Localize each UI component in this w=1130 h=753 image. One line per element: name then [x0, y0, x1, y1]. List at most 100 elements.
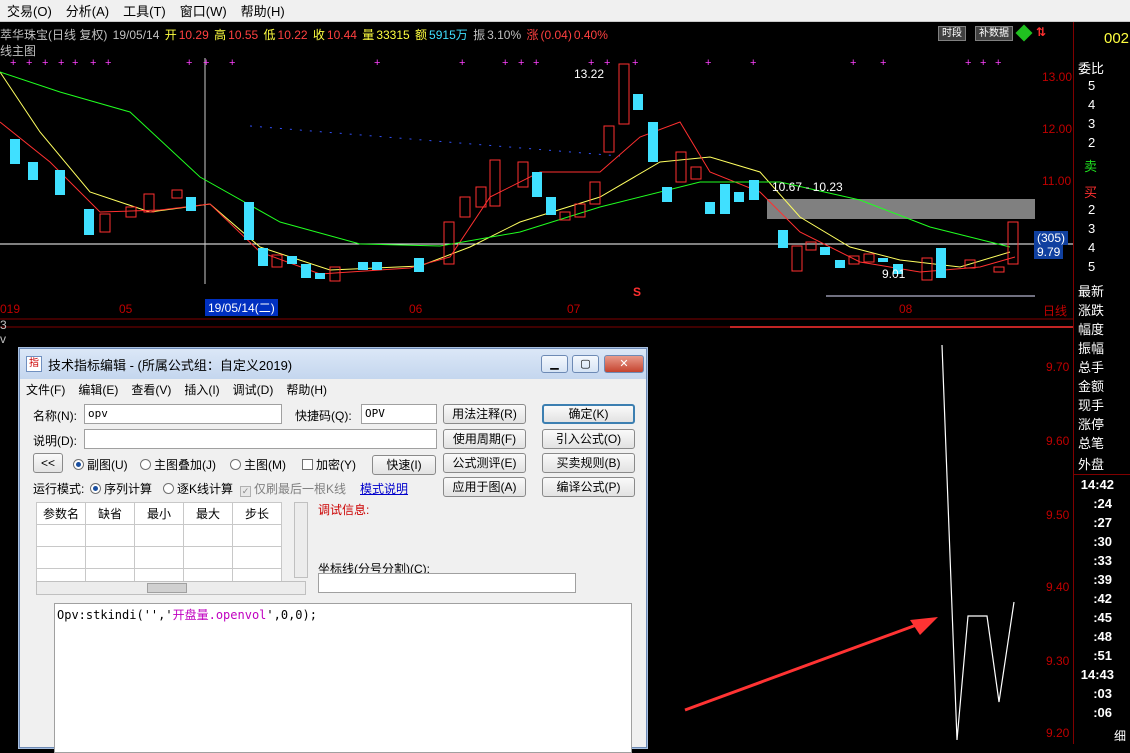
- desc-input[interactable]: [84, 429, 437, 449]
- quote-side-panel: 002 委比 5 4 3 2 卖 买 2 3 4 5 最新 涨跌 幅度 振幅 总…: [1073, 22, 1130, 744]
- params-table[interactable]: 参数名 缺省 最小 最大 步长: [36, 502, 282, 591]
- import-formula-button[interactable]: 引入公式(O): [542, 429, 635, 449]
- tick-time: 14:42: [1080, 477, 1114, 492]
- dlg-menu-edit[interactable]: 编辑(E): [78, 381, 118, 398]
- param-header: 最大: [183, 502, 233, 525]
- code-text-end: ',0,0);: [266, 608, 317, 622]
- field-change: 涨跌: [1078, 303, 1105, 318]
- maximize-button[interactable]: ▢: [572, 355, 599, 373]
- period-button[interactable]: 时段: [938, 26, 966, 41]
- field-pct: 幅度: [1078, 322, 1105, 337]
- params-hscrollbar[interactable]: [36, 581, 306, 595]
- radio-overlay[interactable]: 主图叠加(J): [140, 456, 216, 473]
- buy-level: 5: [1088, 259, 1096, 274]
- encrypt-checkbox[interactable]: 加密(Y): [302, 456, 356, 473]
- x-axis-label: 07: [567, 302, 581, 316]
- refresh-last-checkbox[interactable]: ✓ 仅刷最后一根K线: [240, 480, 346, 497]
- radio-mode-seq[interactable]: 序列计算: [90, 480, 152, 497]
- svg-text:+: +: [72, 57, 78, 69]
- menu-help[interactable]: 帮助(H): [234, 1, 292, 20]
- dlg-menu-help[interactable]: 帮助(H): [286, 381, 327, 398]
- prev-button[interactable]: <<: [33, 453, 63, 473]
- lower-tick: 9.50: [1046, 508, 1070, 522]
- menu-analysis[interactable]: 分析(A): [59, 1, 116, 20]
- param-header: 步长: [232, 502, 282, 525]
- price-tick: 13.00: [1042, 70, 1073, 84]
- dlg-menu-insert[interactable]: 插入(I): [184, 381, 219, 398]
- ok-button[interactable]: 确定(K): [542, 404, 635, 424]
- param-header: 缺省: [85, 502, 135, 525]
- lower-tick: 9.60: [1046, 434, 1070, 448]
- formula-editor[interactable]: Opv:stkindi('','开盘量.openvol',0,0);: [54, 603, 632, 753]
- low-label: 低: [263, 28, 276, 42]
- name-input[interactable]: opv: [84, 404, 282, 424]
- minimize-button[interactable]: ▁: [541, 355, 568, 373]
- field-amp: 振幅: [1078, 341, 1105, 356]
- trade-rules-button[interactable]: 买卖规则(B): [542, 453, 635, 473]
- svg-text:+: +: [750, 57, 756, 69]
- svg-text:+: +: [105, 57, 111, 69]
- sub-label: v: [0, 332, 6, 346]
- tick-time: :33: [1093, 553, 1112, 568]
- x-axis-label: 06: [409, 302, 423, 316]
- shortcut-input[interactable]: OPV: [361, 404, 437, 424]
- app-icon: 指: [26, 356, 42, 372]
- tick-time: :27: [1093, 515, 1112, 530]
- use-period-button[interactable]: 使用周期(F): [443, 429, 526, 449]
- radio-mode-k[interactable]: 逐K线计算: [163, 480, 233, 497]
- current-price-badge: 9.79: [1034, 245, 1064, 259]
- period-label: 日线: [1043, 304, 1068, 318]
- stock-name: 萃华珠宝(日线 复权): [0, 28, 108, 42]
- radio-sub-graph[interactable]: 副图(U): [73, 456, 128, 473]
- close-value: 10.44: [326, 28, 357, 42]
- axis-lines-input[interactable]: [318, 573, 576, 593]
- settings-icon[interactable]: ⇅: [1036, 25, 1046, 39]
- quick-button[interactable]: 快速(I): [372, 455, 436, 475]
- amount-value: 5915万: [429, 28, 468, 42]
- close-button[interactable]: ✕: [604, 355, 644, 373]
- fill-data-button[interactable]: 补数据: [975, 26, 1013, 41]
- quote-date: 19/05/14: [112, 28, 160, 42]
- high-value: 10.55: [228, 28, 259, 42]
- refresh-last-label: 仅刷最后一根K线: [254, 482, 347, 496]
- dlg-menu-file[interactable]: 文件(F): [26, 381, 65, 398]
- mode-help-link[interactable]: 模式说明: [360, 480, 408, 497]
- compile-formula-button[interactable]: 编译公式(P): [542, 477, 635, 497]
- usage-notes-button[interactable]: 用法注释(R): [443, 404, 526, 424]
- amount-label: 额: [415, 28, 428, 42]
- field-outer: 外盘: [1078, 457, 1105, 472]
- vol-label: 量: [362, 28, 375, 42]
- wei-bi-label: 委比: [1078, 61, 1105, 76]
- buy-level: 3: [1088, 221, 1096, 236]
- params-scrollbar[interactable]: [294, 502, 308, 578]
- detail-button[interactable]: 细: [1114, 727, 1126, 744]
- buy-level: 2: [1088, 202, 1096, 217]
- high-label: 高: [214, 28, 227, 42]
- field-limit-up: 涨停: [1078, 417, 1105, 432]
- svg-text:+: +: [632, 57, 638, 69]
- svg-text:+: +: [229, 57, 235, 69]
- field-volume: 总手: [1078, 360, 1105, 375]
- amp-label: 振: [473, 28, 486, 42]
- tick-time: :51: [1093, 648, 1112, 663]
- menu-window[interactable]: 窗口(W): [173, 1, 234, 20]
- apply-to-chart-button[interactable]: 应用于图(A): [443, 477, 526, 497]
- dlg-menu-debug[interactable]: 调试(D): [233, 381, 274, 398]
- x-axis-label: 08: [899, 302, 913, 316]
- radio-overlay-label: 主图叠加(J): [154, 458, 216, 472]
- sell-level: 4: [1088, 97, 1096, 112]
- open-value: 10.29: [178, 28, 209, 42]
- field-trades: 总笔: [1078, 436, 1105, 451]
- formula-eval-button[interactable]: 公式测评(E): [443, 453, 526, 473]
- dlg-menu-view[interactable]: 查看(V): [131, 381, 171, 398]
- svg-text:+: +: [459, 57, 465, 69]
- tick-time: :48: [1093, 629, 1112, 644]
- tick-time: :39: [1093, 572, 1112, 587]
- svg-text:+: +: [58, 57, 64, 69]
- radio-main-graph[interactable]: 主图(M): [230, 456, 286, 473]
- debug-info-label: 调试信息:: [318, 503, 370, 517]
- menu-trade[interactable]: 交易(O): [0, 1, 59, 20]
- menu-tools[interactable]: 工具(T): [116, 1, 173, 20]
- candles: [10, 63, 1019, 282]
- buy-level: 4: [1088, 240, 1096, 255]
